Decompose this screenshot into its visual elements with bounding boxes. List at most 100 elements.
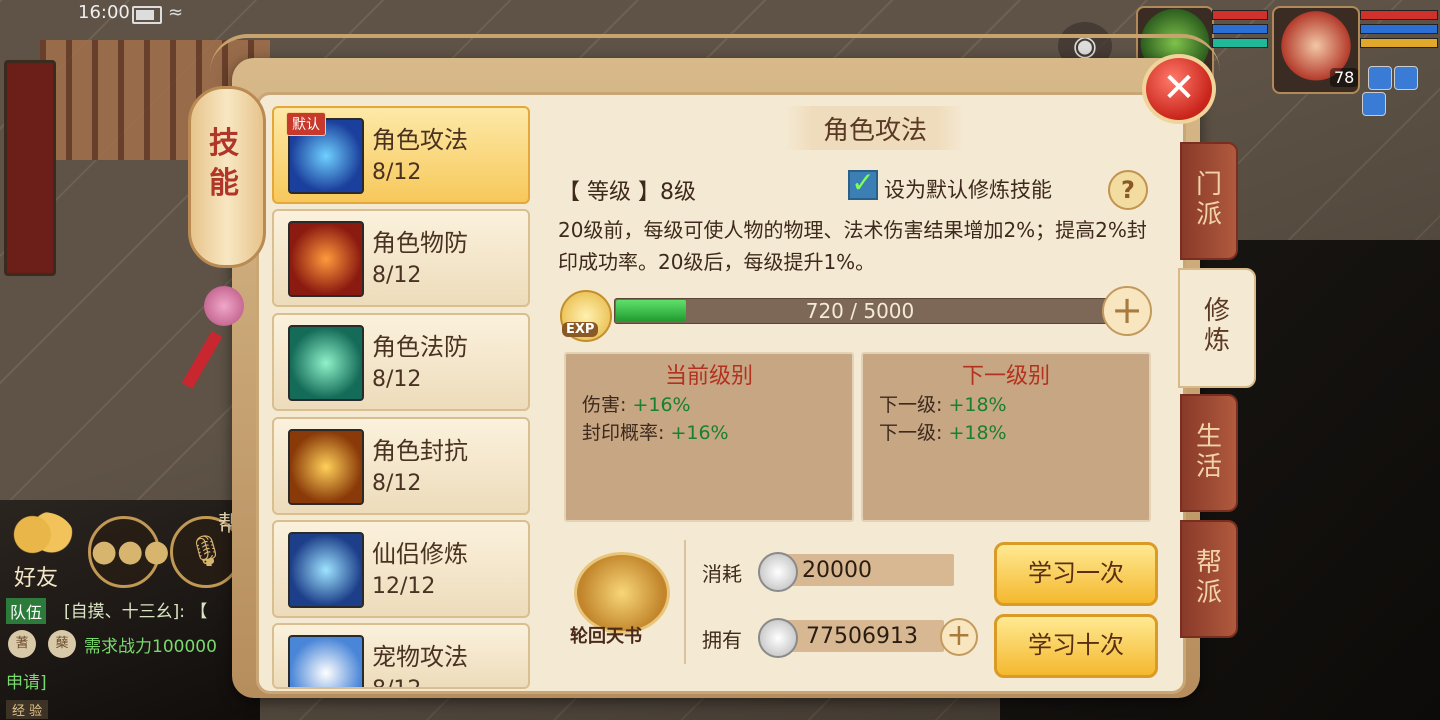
tab-life[interactable]: 生活	[1180, 394, 1238, 512]
plus-icon: +	[946, 618, 972, 653]
chat-line[interactable]: 需求战力100000	[84, 632, 217, 657]
hero-hp-bar	[1360, 10, 1438, 20]
learn-once-button[interactable]: 学习一次	[994, 542, 1158, 606]
knot-ornament	[204, 286, 244, 326]
skill-item-role-attack[interactable]: 默认 角色攻法 8/12	[272, 106, 530, 204]
microphone-icon: 🎙	[186, 534, 226, 569]
buff-icon[interactable]	[1394, 66, 1418, 90]
hero-rage-bar	[1360, 38, 1438, 48]
skill-item-pet-attack[interactable]: 宠物攻法 8/12	[272, 623, 530, 689]
stat-value: +18%	[948, 394, 1007, 416]
stat-label: 封印概率:	[582, 422, 671, 444]
add-exp-button[interactable]: +	[1102, 286, 1152, 336]
skill-name: 角色攻法	[372, 126, 468, 154]
skill-progress: 8/12	[372, 263, 422, 288]
skill-level: 【 等级 】8级	[558, 180, 696, 205]
own-label: 拥有	[702, 628, 742, 652]
chat-apply-link[interactable]: 申请]	[6, 668, 47, 693]
pet-exp-bar	[1212, 38, 1268, 48]
stat-line: 下一级: +18%	[879, 418, 1007, 445]
stat-value: +16%	[632, 394, 691, 416]
chat-emblem-icon: 蓍	[8, 630, 36, 658]
stat-value: +18%	[948, 422, 1007, 444]
pet-mp-bar	[1212, 24, 1268, 34]
tab-label: 帮派	[1195, 548, 1222, 608]
skill-item-seal-resist[interactable]: 角色封抗 8/12	[272, 417, 530, 515]
skill-name: 仙侣修炼	[372, 540, 468, 568]
help-button[interactable]: ?	[1108, 170, 1148, 210]
default-training-checkbox[interactable]: ✓	[848, 169, 878, 200]
scene-pillar	[4, 60, 56, 276]
hero-level: 78	[1330, 68, 1359, 87]
stat-label: 下一级:	[879, 422, 949, 444]
detail-title: 角色攻法	[822, 116, 927, 146]
skill-item-companion[interactable]: 仙侣修炼 12/12	[272, 520, 530, 618]
tab-training[interactable]: 修炼	[1178, 268, 1256, 388]
skill-progress: 8/12	[372, 677, 421, 687]
close-button[interactable]: ✕	[1142, 54, 1216, 124]
skill-progress: 8/12	[372, 367, 422, 392]
stat-label: 下一级:	[879, 394, 949, 416]
battery-icon	[132, 6, 162, 24]
buff-icon[interactable]	[1368, 66, 1392, 90]
stat-label: 伤害:	[582, 394, 633, 416]
pet-attack-skill-icon	[288, 635, 364, 687]
hero-mp-bar	[1360, 24, 1438, 34]
skill-progress: 8/12	[372, 471, 422, 496]
close-icon: ✕	[1162, 65, 1196, 111]
checkmark-icon: ✓	[851, 166, 875, 199]
wifi-icon: ≈	[168, 2, 184, 23]
own-value: 77506913	[806, 624, 918, 649]
reincarnation-book-label[interactable]: 轮回天书	[570, 622, 642, 648]
skill-progress: 8/12	[372, 160, 422, 185]
stat-line: 下一级: +18%	[879, 390, 1007, 417]
stat-value: +16%	[670, 422, 729, 444]
plus-icon: +	[1111, 288, 1143, 332]
default-badge: 默认	[286, 112, 326, 136]
exp-icon-label: EXP	[562, 322, 599, 337]
divider	[684, 540, 686, 664]
skill-name: 角色封抗	[372, 437, 468, 465]
stat-line: 伤害: +16%	[582, 390, 691, 417]
consume-label: 消耗	[702, 562, 742, 586]
tab-label: 修炼	[1203, 296, 1230, 356]
chat-line[interactable]: [自摸、十三幺]: 【	[64, 597, 207, 622]
exp-tag: 经 验	[6, 700, 49, 719]
skill-name: 角色物防	[372, 229, 468, 257]
tab-guild[interactable]: 帮派	[1180, 520, 1238, 638]
buff-icon[interactable]	[1362, 92, 1386, 116]
channel-tag-team: 队伍	[6, 598, 47, 624]
tab-sect[interactable]: 门派	[1180, 142, 1238, 260]
stat-line: 封印概率: +16%	[582, 418, 729, 445]
tab-label: 门派	[1195, 170, 1222, 230]
next-level-header: 下一级别	[961, 364, 1050, 389]
shield-skill-icon	[288, 221, 364, 297]
friends-label[interactable]: 好友	[14, 560, 58, 592]
companion-skill-icon	[288, 532, 364, 608]
exp-progress-text: 720 / 5000	[805, 299, 915, 323]
add-silver-button[interactable]: +	[940, 618, 978, 656]
skill-item-magic-defense[interactable]: 角色法防 8/12	[272, 313, 530, 411]
status-time: 16:00	[78, 2, 130, 23]
current-level-header: 当前级别	[664, 364, 753, 389]
learn-ten-button[interactable]: 学习十次	[994, 614, 1158, 678]
consume-value: 20000	[802, 558, 872, 583]
pet-hp-bar	[1212, 10, 1268, 20]
skill-name: 角色法防	[372, 333, 468, 361]
skill-name: 宠物攻法	[372, 643, 468, 671]
next-level-box: 下一级别 下一级: +18% 下一级: +18%	[861, 352, 1151, 522]
seal-skill-icon	[288, 429, 364, 505]
current-level-box: 当前级别 伤害: +16% 封印概率: +16%	[564, 352, 854, 522]
skill-item-physical-defense[interactable]: 角色物防 8/12	[272, 209, 530, 307]
skill-progress: 12/12	[372, 574, 436, 599]
silver-coin-icon	[758, 618, 798, 658]
default-training-label[interactable]: 设为默认修炼技能	[884, 174, 1052, 204]
friends-icon[interactable]	[10, 512, 74, 562]
magic-shield-skill-icon	[288, 325, 364, 401]
chat-bubble-icon: ●●●	[91, 534, 170, 569]
panel-title: 技能	[209, 126, 239, 201]
tab-label: 生活	[1195, 422, 1222, 482]
silver-coin-icon	[758, 552, 798, 592]
chat-button[interactable]: ●●●	[88, 516, 170, 588]
chat-emblem-icon: 蘖	[48, 630, 76, 658]
